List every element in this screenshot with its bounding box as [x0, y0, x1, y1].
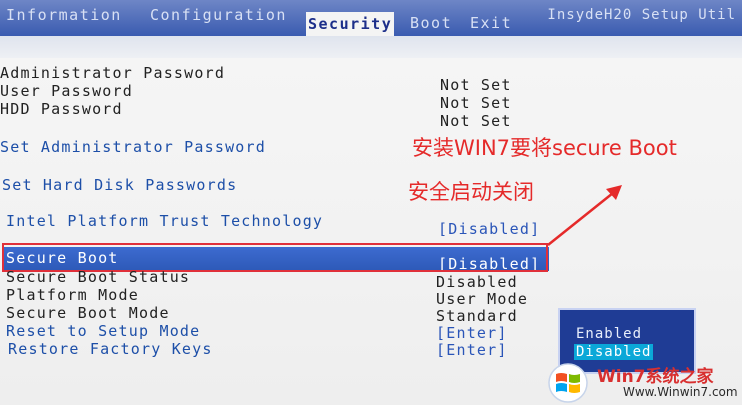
reset-setup-mode-value[interactable]: [Enter] [436, 324, 508, 342]
tab-exit[interactable]: Exit [470, 14, 512, 32]
tab-configuration[interactable]: Configuration [150, 6, 287, 24]
windows-logo-icon [548, 363, 588, 403]
secure-boot-mode-value: Standard [436, 307, 518, 325]
set-hdd-passwords-item[interactable]: Set Hard Disk Passwords [2, 176, 237, 194]
platform-mode-label: Platform Mode [6, 286, 139, 304]
platform-mode-value: User Mode [436, 290, 529, 308]
tab-security[interactable]: Security [306, 12, 395, 36]
restore-factory-keys-item[interactable]: Restore Factory Keys [8, 340, 213, 358]
menu-subbar [0, 36, 742, 58]
reset-setup-mode-item[interactable]: Reset to Setup Mode [6, 322, 200, 340]
hdd-password-value: Not Set [440, 112, 512, 130]
tab-information[interactable]: Information [6, 6, 122, 24]
annotation-text-line1: 安装WIN7要将secure Boot [412, 136, 677, 160]
annotation-arrow-icon [547, 185, 622, 246]
user-password-label: User Password [0, 82, 133, 100]
secure-boot-mode-label: Secure Boot Mode [6, 304, 170, 322]
watermark-title: Win7系统之家 [597, 367, 714, 387]
ptt-item-value[interactable]: [Disabled] [438, 220, 540, 238]
set-admin-password-item[interactable]: Set Administrator Password [0, 138, 266, 156]
menu-bar: Information Configuration Security Boot … [0, 0, 742, 36]
bios-brand: InsydeH20 Setup Util [547, 7, 736, 23]
admin-password-value: Not Set [440, 76, 512, 94]
annotation-text-line2: 安全启动关闭 [408, 180, 534, 204]
option-disabled[interactable]: Disabled [574, 344, 654, 360]
secure-boot-status-value: Disabled [436, 273, 518, 291]
option-enabled[interactable]: Enabled [576, 326, 642, 342]
secure-boot-status-label: Secure Boot Status [6, 268, 191, 286]
watermark-url: Www.Winwin7.com [623, 385, 738, 399]
restore-factory-keys-value[interactable]: [Enter] [436, 341, 508, 359]
hdd-password-label: HDD Password [0, 100, 123, 118]
site-watermark: Win7系统之家 Www.Winwin7.com [545, 360, 742, 405]
tab-boot[interactable]: Boot [410, 14, 452, 32]
admin-password-label: Administrator Password [0, 64, 226, 82]
bios-screen: Information Configuration Security Boot … [0, 0, 742, 405]
ptt-item-label[interactable]: Intel Platform Trust Technology [6, 212, 323, 230]
user-password-value: Not Set [440, 94, 512, 112]
